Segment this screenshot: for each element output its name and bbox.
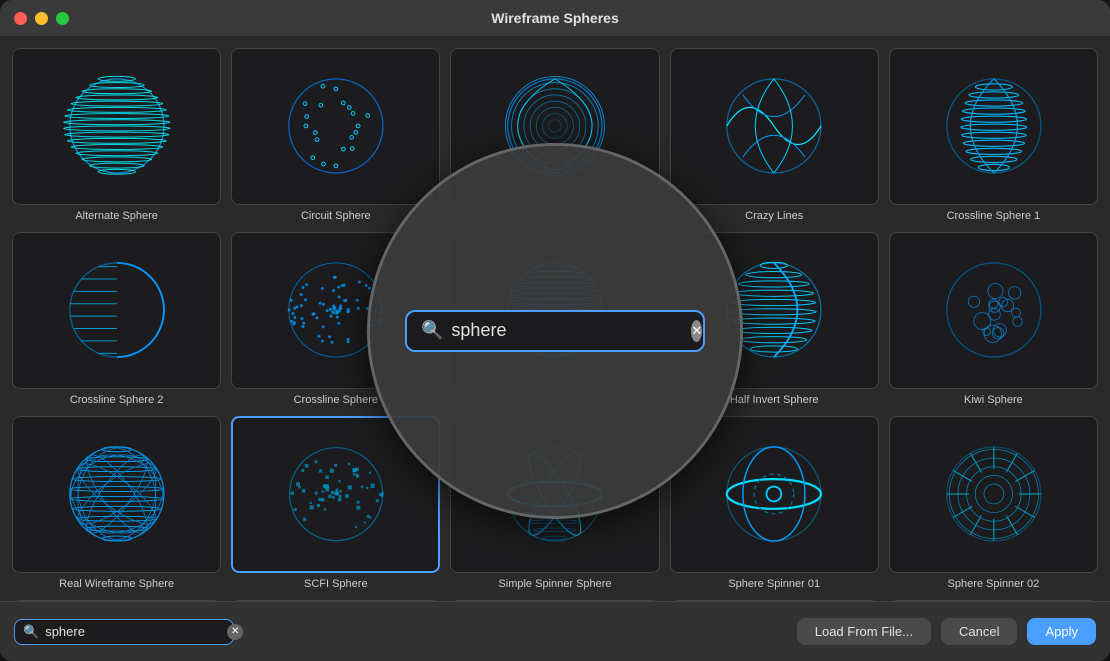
- thumb-bottom2: [231, 600, 440, 601]
- label-crossline-sphere: Crossline Sphere: [294, 394, 378, 406]
- label-scfi-sphere: SCFI Sphere: [304, 578, 368, 590]
- apply-button[interactable]: Apply: [1027, 618, 1096, 645]
- thumb-empty1: [450, 48, 659, 205]
- footer: 🔍 ✕ Load From File... Cancel Apply: [0, 601, 1110, 661]
- thumb-simple-spinner: [450, 416, 659, 573]
- label-sphere-spinner-02: Sphere Spinner 02: [948, 578, 1040, 590]
- item-bottom5[interactable]: [889, 600, 1098, 601]
- thumb-sphere-spinner-02: [889, 416, 1098, 573]
- label-circuit-sphere: Circuit Sphere: [301, 210, 371, 222]
- thumb-bottom3: [450, 600, 659, 601]
- item-empty1[interactable]: [450, 48, 659, 222]
- thumb-half-invert: [670, 232, 879, 389]
- item-crazy-lines[interactable]: Crazy Lines: [670, 48, 879, 222]
- traffic-lights: [14, 12, 69, 25]
- item-real-wireframe[interactable]: Real Wireframe Sphere: [12, 416, 221, 590]
- thumb-crossline-sphere-2: [12, 232, 221, 389]
- label-crossline-sphere-1: Crossline Sphere 1: [947, 210, 1041, 222]
- item-bottom4[interactable]: [670, 600, 879, 601]
- label-alternate-sphere: Alternate Sphere: [75, 210, 158, 222]
- magnifier-search-bar[interactable]: 🔍 ✕: [405, 310, 705, 352]
- label-sphere-spinner-01: Sphere Spinner 01: [728, 578, 820, 590]
- magnifier-search-icon: 🔍: [421, 320, 443, 341]
- search-input[interactable]: [45, 624, 221, 639]
- minimize-button[interactable]: [35, 12, 48, 25]
- main-window: Wireframe Spheres Alternate Sphere Circu…: [0, 0, 1110, 661]
- item-kiwi-sphere[interactable]: Kiwi Sphere: [889, 232, 1098, 406]
- thumb-circuit-sphere: [231, 48, 440, 205]
- item-crossline-sphere-2[interactable]: Crossline Sphere 2: [12, 232, 221, 406]
- item-bottom3[interactable]: [450, 600, 659, 601]
- label-crazy-lines: Crazy Lines: [745, 210, 803, 222]
- label-half-invert: Half Invert Sphere: [730, 394, 819, 406]
- thumb-alternate-sphere: [12, 48, 221, 205]
- label-real-wireframe: Real Wireframe Sphere: [59, 578, 174, 590]
- label-kiwi-sphere: Kiwi Sphere: [964, 394, 1023, 406]
- window-title: Wireframe Spheres: [491, 10, 618, 26]
- thumb-crossline-sphere-1: [889, 48, 1098, 205]
- thumb-bottom5: [889, 600, 1098, 601]
- magnifier-clear-button[interactable]: ✕: [691, 320, 702, 342]
- thumb-crazy-lines: [670, 48, 879, 205]
- label-simple-spinner: Simple Spinner Sphere: [498, 578, 611, 590]
- maximize-button[interactable]: [56, 12, 69, 25]
- item-alternate-sphere[interactable]: Alternate Sphere: [12, 48, 221, 222]
- titlebar: Wireframe Spheres: [0, 0, 1110, 36]
- item-sphere-spinner-01[interactable]: Sphere Spinner 01: [670, 416, 879, 590]
- load-from-file-button[interactable]: Load From File...: [797, 618, 931, 645]
- thumb-kiwi-sphere: [889, 232, 1098, 389]
- thumb-real-wireframe: [12, 416, 221, 573]
- thumb-bottom4: [670, 600, 879, 601]
- item-circuit-sphere[interactable]: Circuit Sphere: [231, 48, 440, 222]
- item-scfi-sphere[interactable]: SCFI Sphere: [231, 416, 440, 590]
- magnifier-search-input[interactable]: [451, 320, 683, 341]
- search-icon: 🔍: [23, 624, 39, 640]
- cancel-button[interactable]: Cancel: [941, 618, 1017, 645]
- thumb-scfi-sphere: [231, 416, 440, 573]
- item-bottom1[interactable]: [12, 600, 221, 601]
- item-simple-spinner[interactable]: Simple Spinner Sphere: [450, 416, 659, 590]
- item-sphere-spinner-02[interactable]: Sphere Spinner 02: [889, 416, 1098, 590]
- item-crossline-sphere-1[interactable]: Crossline Sphere 1: [889, 48, 1098, 222]
- close-button[interactable]: [14, 12, 27, 25]
- clear-button[interactable]: ✕: [227, 624, 243, 640]
- thumb-sphere-spinner-01: [670, 416, 879, 573]
- item-bottom2[interactable]: [231, 600, 440, 601]
- label-crossline-sphere-2: Crossline Sphere 2: [70, 394, 164, 406]
- search-bar[interactable]: 🔍 ✕: [14, 619, 234, 645]
- thumb-bottom1: [12, 600, 221, 601]
